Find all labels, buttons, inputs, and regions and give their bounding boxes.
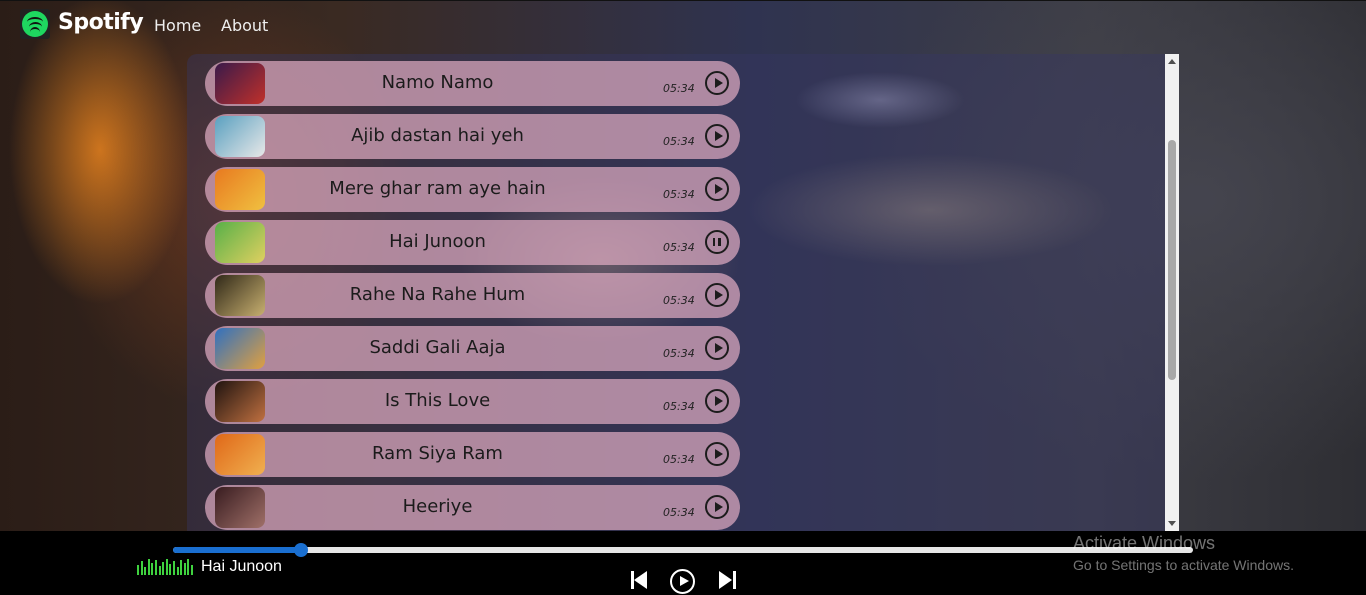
song-name: Saddi Gali Aaja xyxy=(369,337,506,358)
song-name: Heeriye xyxy=(402,496,473,517)
progress-knob[interactable] xyxy=(293,543,308,557)
song-cover-image xyxy=(215,222,265,263)
play-circle-icon[interactable] xyxy=(705,177,729,201)
song-duration: 05:34 xyxy=(663,294,695,307)
play-circle-icon[interactable] xyxy=(705,442,729,466)
spotify-logo-icon xyxy=(20,9,50,39)
song-item[interactable]: Namo Namo 05:34 xyxy=(205,61,740,106)
song-item[interactable]: Saddi Gali Aaja 05:34 xyxy=(205,326,740,371)
play-circle-icon[interactable] xyxy=(705,71,729,95)
play-circle-icon[interactable] xyxy=(705,495,729,519)
scrollbar-thumb[interactable] xyxy=(1168,140,1176,380)
song-cover-image xyxy=(215,381,265,422)
scrollbar[interactable] xyxy=(1165,54,1179,531)
song-name: Hai Junoon xyxy=(389,231,486,252)
nav-link-home[interactable]: Home xyxy=(154,16,201,35)
song-item[interactable]: Heeriye 05:34 xyxy=(205,485,740,530)
scroll-down-arrow-icon[interactable] xyxy=(1168,521,1176,526)
navbar: Spotify Home About xyxy=(0,0,1366,50)
play-circle-icon[interactable] xyxy=(705,124,729,148)
scroll-up-arrow-icon[interactable] xyxy=(1168,59,1176,64)
song-duration: 05:34 xyxy=(663,135,695,148)
song-duration: 05:34 xyxy=(663,400,695,413)
play-circle-icon[interactable] xyxy=(705,336,729,360)
previous-icon[interactable] xyxy=(631,571,647,589)
song-cover-image xyxy=(215,487,265,528)
song-duration: 05:34 xyxy=(663,188,695,201)
song-duration: 05:34 xyxy=(663,347,695,360)
brand-name: Spotify xyxy=(58,10,144,35)
nav-link-about[interactable]: About xyxy=(221,16,268,35)
song-name: Ajib dastan hai yeh xyxy=(351,125,524,146)
song-duration: 05:34 xyxy=(663,82,695,95)
now-playing-title: Hai Junoon xyxy=(201,558,282,575)
song-name: Rahe Na Rahe Hum xyxy=(349,284,526,305)
pause-circle-icon[interactable] xyxy=(705,230,729,254)
song-name: Ram Siya Ram xyxy=(372,443,503,464)
song-duration: 05:34 xyxy=(663,453,695,466)
progress-fill xyxy=(173,547,301,553)
play-circle-icon[interactable] xyxy=(705,389,729,413)
activate-windows-title: Activate Windows xyxy=(1073,533,1216,553)
song-item[interactable]: Mere ghar ram aye hain 05:34 xyxy=(205,167,740,212)
song-duration: 05:34 xyxy=(663,241,695,254)
song-duration: 05:34 xyxy=(663,506,695,519)
song-cover-image xyxy=(215,169,265,210)
song-name: Namo Namo xyxy=(381,72,494,93)
song-name: Is This Love xyxy=(384,390,491,411)
equalizer-icon xyxy=(137,557,197,575)
next-icon[interactable] xyxy=(719,571,736,589)
song-cover-image xyxy=(215,275,265,316)
activate-windows-subtitle: Go to Settings to activate Windows. xyxy=(1073,557,1294,573)
song-cover-image xyxy=(215,328,265,369)
song-cover-image xyxy=(215,116,265,157)
song-item[interactable]: Hai Junoon 05:34 xyxy=(205,220,740,265)
master-play-icon[interactable] xyxy=(670,569,695,594)
progress-bar[interactable] xyxy=(173,543,1193,557)
song-item[interactable]: Ram Siya Ram 05:34 xyxy=(205,432,740,477)
play-circle-icon[interactable] xyxy=(705,283,729,307)
song-item[interactable]: Rahe Na Rahe Hum 05:34 xyxy=(205,273,740,318)
song-item[interactable]: Ajib dastan hai yeh 05:34 xyxy=(205,114,740,159)
song-item[interactable]: Is This Love 05:34 xyxy=(205,379,740,424)
song-name: Mere ghar ram aye hain xyxy=(329,178,546,199)
song-cover-image xyxy=(215,434,265,475)
song-cover-image xyxy=(215,63,265,104)
